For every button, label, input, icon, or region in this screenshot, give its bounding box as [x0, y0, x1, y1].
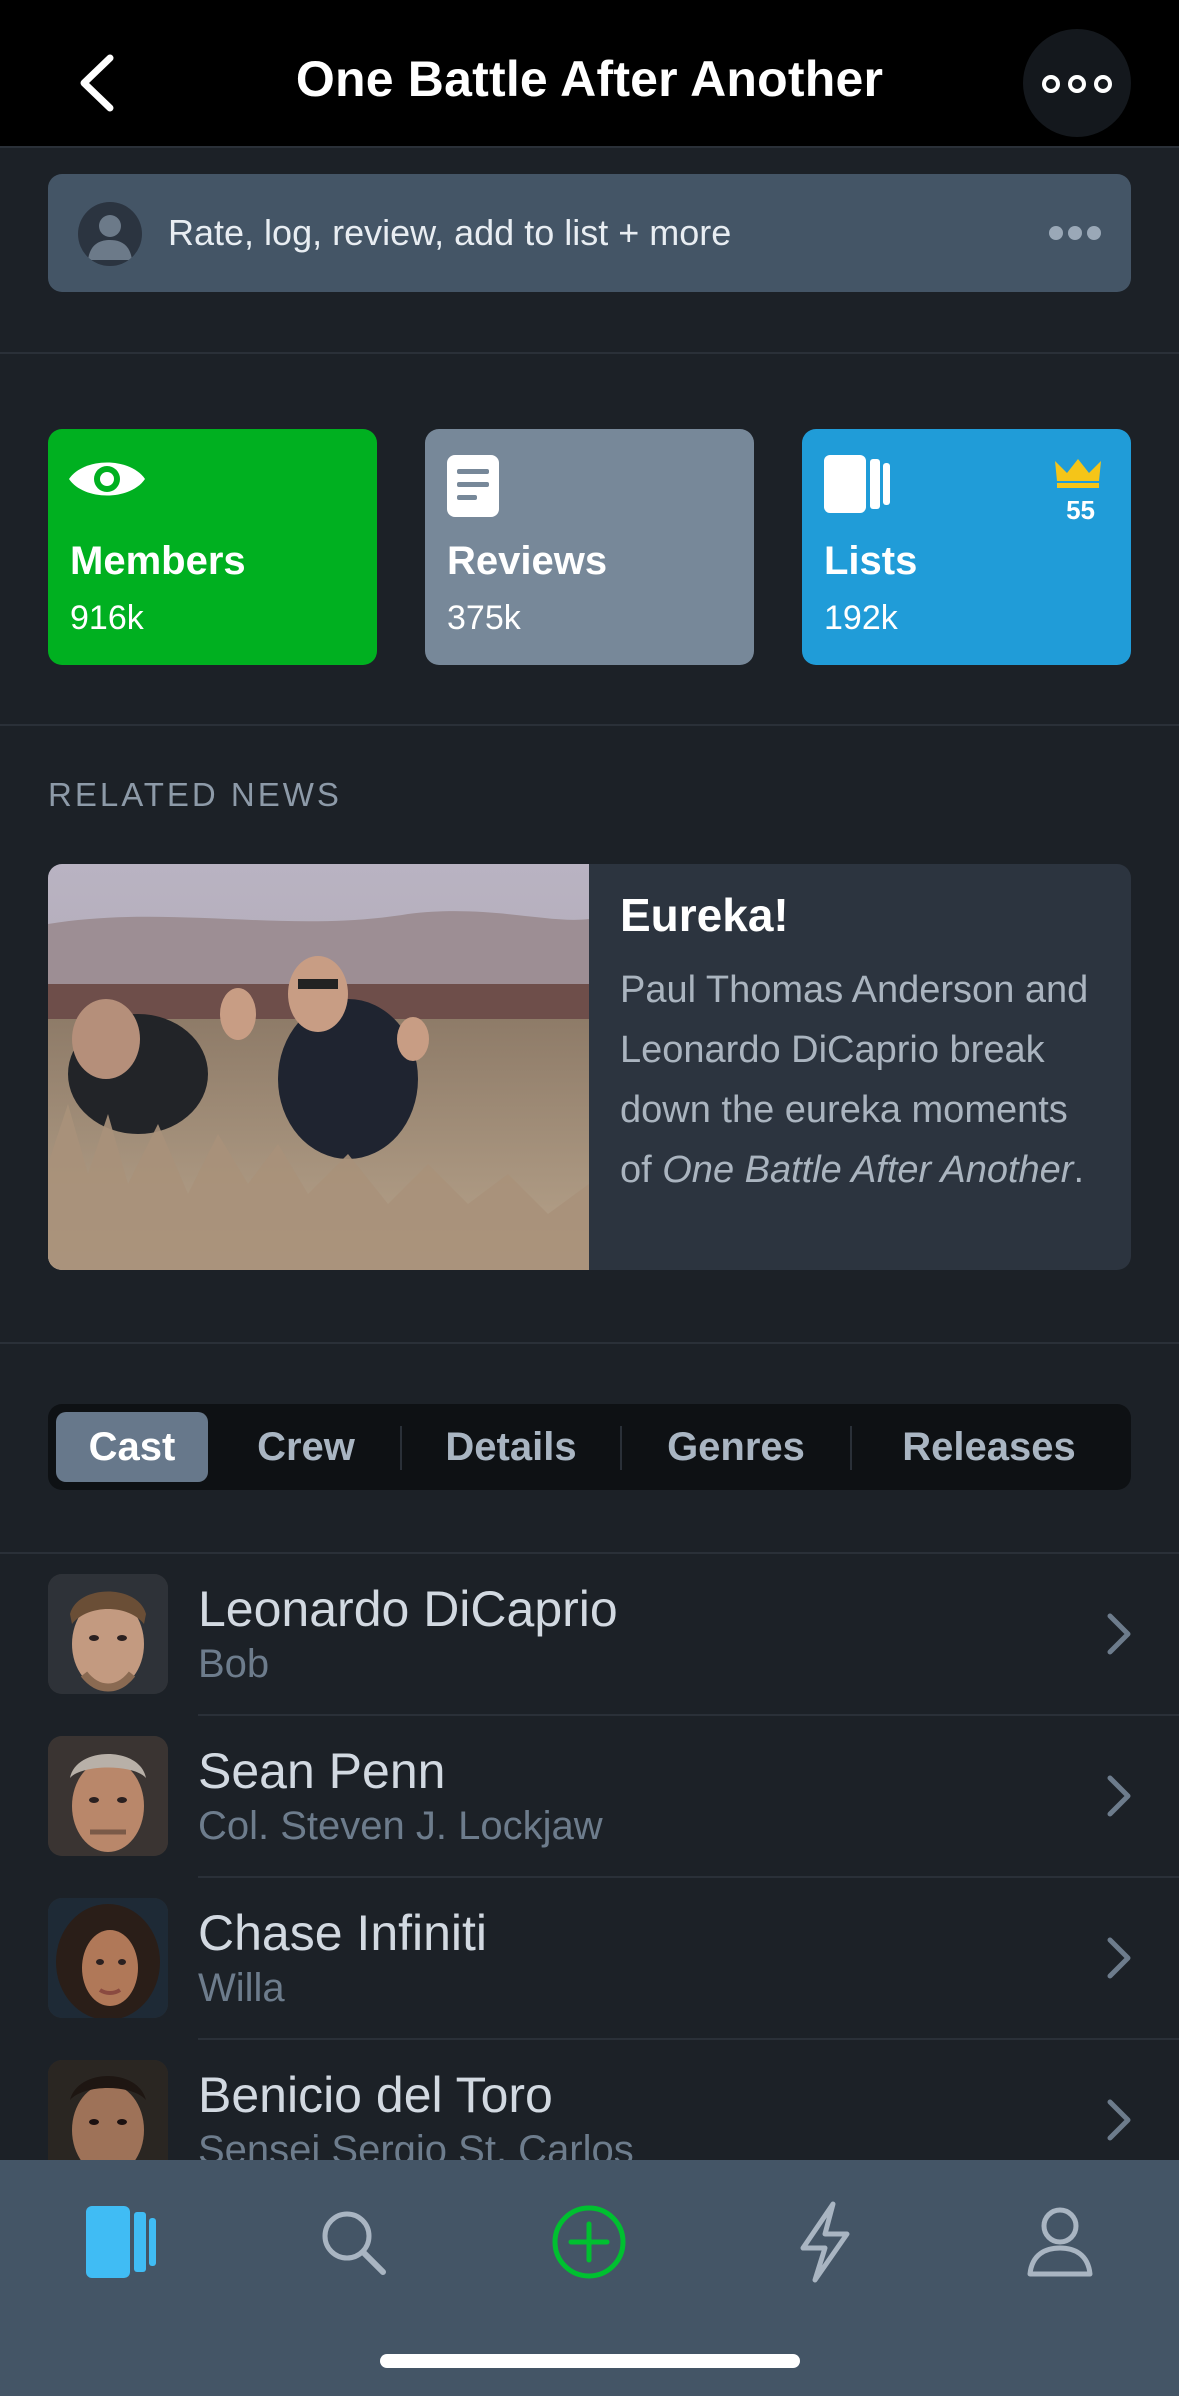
more-options-button[interactable] — [1023, 29, 1131, 137]
cast-role: Bob — [198, 1642, 270, 1686]
nav-profile[interactable] — [1010, 2192, 1110, 2292]
user-avatar-icon — [78, 202, 142, 266]
divider — [0, 1342, 1179, 1344]
cast-name: Benicio del Toro — [198, 2067, 553, 2123]
chevron-right-icon — [1107, 2099, 1131, 2141]
more-dot-icon — [1068, 75, 1086, 93]
chevron-right-icon — [1107, 1613, 1131, 1655]
news-title: Eureka! — [620, 889, 789, 941]
nav-add[interactable] — [539, 2192, 639, 2292]
reviews-count: 375k — [447, 599, 521, 637]
page-title: One Battle After Another — [295, 51, 884, 107]
home-indicator[interactable] — [380, 2354, 800, 2368]
cast-name: Leonardo DiCaprio — [198, 1581, 618, 1637]
tab-releases[interactable]: Releases — [876, 1404, 1102, 1490]
more-dot-icon — [1094, 75, 1112, 93]
lists-icon — [824, 455, 890, 513]
news-film-title: One Battle After Another — [662, 1149, 1074, 1191]
chevron-left-icon — [80, 54, 114, 112]
document-icon — [447, 455, 499, 517]
lists-label: Lists — [824, 539, 918, 583]
back-button[interactable] — [70, 48, 130, 118]
divider — [0, 1552, 1179, 1554]
tab-details[interactable]: Details — [426, 1404, 596, 1490]
cast-row[interactable]: Leonardo DiCaprio Bob — [0, 1556, 1179, 1716]
tab-crew[interactable]: Crew — [236, 1404, 376, 1490]
profile-icon — [1027, 2207, 1093, 2277]
chevron-right-icon — [1107, 1937, 1131, 1979]
nav-activity[interactable] — [775, 2192, 875, 2292]
row-separator — [198, 1876, 1179, 1878]
news-summary: Paul Thomas Anderson and Leonardo DiCapr… — [620, 960, 1110, 1200]
cast-row[interactable]: Sean Penn Col. Steven J. Lockjaw — [0, 1718, 1179, 1878]
nav-search[interactable] — [303, 2192, 403, 2292]
members-count: 916k — [70, 599, 144, 637]
news-photo — [48, 864, 589, 1270]
top-bar: One Battle After Another — [0, 0, 1179, 148]
tab-separator — [620, 1426, 622, 1470]
news-summary-end: . — [1073, 1149, 1085, 1191]
tab-separator — [400, 1426, 402, 1470]
activity-icon — [800, 2201, 850, 2283]
rate-log-review-bar[interactable]: Rate, log, review, add to list + more — [48, 174, 1131, 292]
cast-name: Sean Penn — [198, 1743, 446, 1799]
rate-more-icon[interactable] — [1049, 226, 1101, 242]
divider — [0, 352, 1179, 354]
eye-icon — [69, 462, 145, 496]
members-card[interactable]: Members 916k — [48, 429, 377, 665]
reviews-card[interactable]: Reviews 375k — [425, 429, 754, 665]
cast-role: Col. Steven J. Lockjaw — [198, 1804, 603, 1848]
rate-bar-label: Rate, log, review, add to list + more — [168, 212, 732, 253]
film-tabs: Cast Crew Details Genres Releases — [48, 1404, 1131, 1490]
lists-badge-count: 55 — [1066, 495, 1095, 525]
films-icon — [86, 2206, 156, 2278]
cast-name: Chase Infiniti — [198, 1905, 488, 1961]
more-dot-icon — [1042, 75, 1060, 93]
search-icon — [322, 2211, 386, 2275]
divider — [0, 724, 1179, 726]
nav-films[interactable] — [68, 2192, 168, 2292]
crown-icon — [1055, 459, 1101, 488]
row-separator — [198, 2038, 1179, 2040]
tab-separator — [850, 1426, 852, 1470]
tab-genres[interactable]: Genres — [646, 1404, 826, 1490]
related-news-heading: RELATED NEWS — [48, 776, 342, 813]
news-card[interactable]: Eureka! Paul Thomas Anderson and Leonard… — [48, 864, 1131, 1270]
cast-photo — [48, 1574, 168, 1694]
chevron-right-icon — [1107, 1775, 1131, 1817]
members-label: Members — [70, 539, 246, 583]
lists-card[interactable]: 55 Lists 192k — [802, 429, 1131, 665]
cast-row[interactable]: Chase Infiniti Willa — [0, 1880, 1179, 2040]
cast-photo — [48, 1898, 168, 2018]
add-icon — [552, 2205, 626, 2279]
tab-cast[interactable]: Cast — [56, 1412, 208, 1482]
reviews-label: Reviews — [447, 539, 608, 583]
row-separator — [198, 1714, 1179, 1716]
cast-role: Willa — [198, 1966, 285, 2010]
lists-count: 192k — [824, 599, 898, 637]
cast-photo — [48, 1736, 168, 1856]
